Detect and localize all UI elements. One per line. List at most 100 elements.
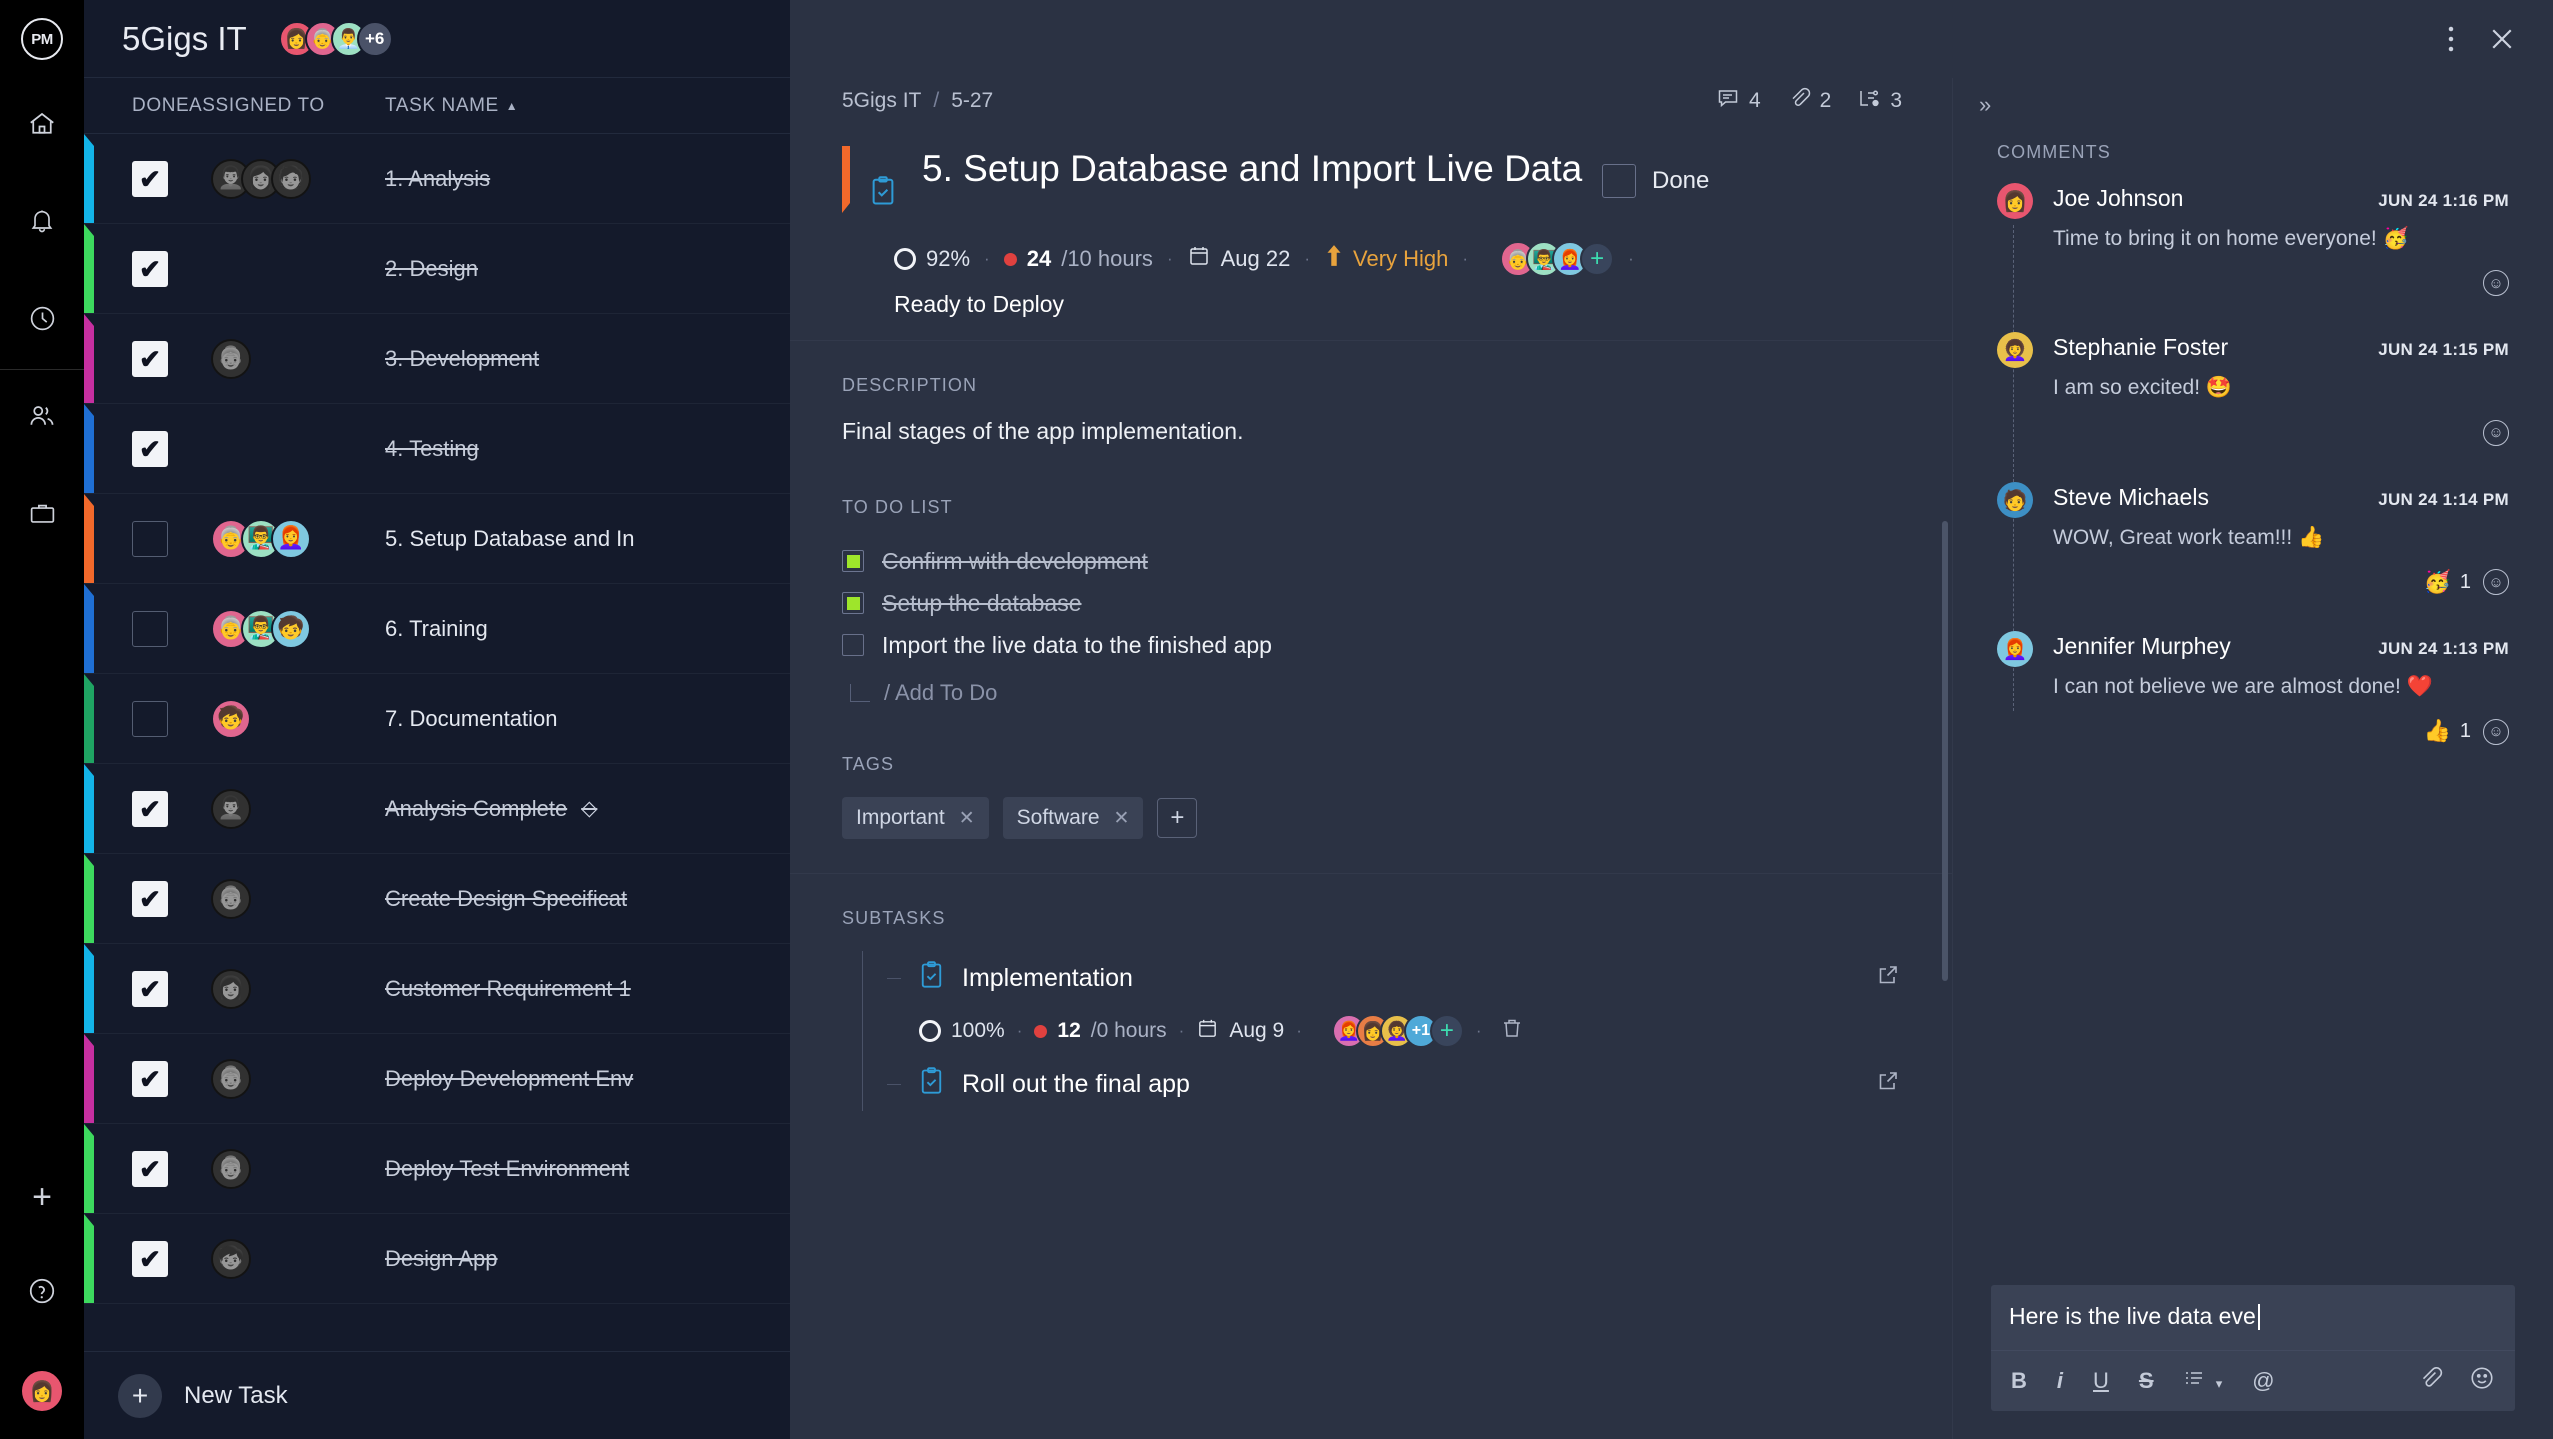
subtask-row[interactable]: Roll out the final app <box>887 1057 1900 1111</box>
remove-tag-icon[interactable]: ✕ <box>1114 807 1130 830</box>
comment-count[interactable]: 4 <box>1716 86 1761 116</box>
add-reaction-icon[interactable]: ☺ <box>2483 419 2509 446</box>
add-reaction-icon[interactable]: ☺ <box>2483 718 2509 745</box>
nav-home[interactable] <box>0 78 84 175</box>
nav-team[interactable] <box>0 370 84 467</box>
row-task-name[interactable]: 2. Design <box>385 256 794 282</box>
row-done-cell[interactable] <box>84 790 189 827</box>
row-assignees[interactable]: 👵 <box>189 878 385 919</box>
table-row[interactable]: 👵 Deploy Development Env <box>84 1034 794 1124</box>
list-button[interactable]: ▾ <box>2184 1368 2222 1394</box>
help-button[interactable] <box>0 1245 84 1342</box>
row-task-name[interactable]: Create Design Specificat <box>385 886 794 912</box>
bold-button[interactable]: B <box>2011 1368 2027 1394</box>
progress-meta[interactable]: 92% <box>894 246 970 272</box>
row-done-cell[interactable] <box>84 340 189 377</box>
nav-portfolio[interactable] <box>0 467 84 564</box>
row-task-name[interactable]: Deploy Test Environment <box>385 1156 794 1182</box>
priority-meta[interactable]: Very High <box>1324 244 1448 274</box>
table-row[interactable]: 2. Design <box>84 224 794 314</box>
tag-chip[interactable]: Software ✕ <box>1002 797 1144 839</box>
table-row[interactable]: 👵 👨‍🏫 🧒 6. Training <box>84 584 794 674</box>
assignees-meta[interactable]: 👵 👨‍🏫 👩‍🦰 + <box>1482 241 1615 277</box>
row-done-checkbox[interactable] <box>132 790 168 827</box>
row-done-cell[interactable] <box>84 250 189 287</box>
todo-item[interactable]: Confirm with development <box>842 540 1900 582</box>
italic-button[interactable]: i <box>2057 1368 2063 1394</box>
row-done-cell[interactable] <box>84 430 189 467</box>
hours-meta[interactable]: 24/10 hours <box>1003 246 1153 272</box>
table-row[interactable]: 👵 Deploy Test Environment <box>84 1124 794 1214</box>
row-assignees[interactable]: 👵 👨‍🏫 🧒 <box>189 608 385 649</box>
column-assigned-to[interactable]: ASSIGNED TO <box>189 95 385 117</box>
status-text[interactable]: Ready to Deploy <box>894 291 1902 318</box>
subtask-assignees[interactable]: 👩‍🦰 👩 👩‍🦱 +1 + <box>1331 1014 1464 1048</box>
project-members[interactable]: 👩 👵 👨‍💼 +6 <box>278 20 393 57</box>
row-task-name[interactable]: 4. Testing <box>385 436 794 462</box>
done-toggle[interactable]: Done <box>1602 164 1709 198</box>
row-done-checkbox[interactable] <box>132 160 168 197</box>
table-row[interactable]: 👨‍🦱👩🧑 1. Analysis <box>84 134 794 224</box>
description-text[interactable]: Final stages of the app implementation. <box>842 418 1900 445</box>
app-logo[interactable]: PM <box>0 0 84 78</box>
subtask-date[interactable]: Aug 9 <box>1196 1017 1284 1046</box>
attachment-icon[interactable] <box>2417 1365 2443 1397</box>
row-done-checkbox[interactable] <box>132 430 168 467</box>
tag-chip[interactable]: Important ✕ <box>842 797 989 839</box>
row-done-checkbox[interactable] <box>132 520 168 557</box>
row-done-checkbox[interactable] <box>132 1240 168 1277</box>
row-task-name[interactable]: 3. Development <box>385 346 794 372</box>
table-row[interactable]: 👨‍🦱 Analysis Complete ◇ <box>84 764 794 854</box>
row-assignees[interactable]: 👵 <box>189 338 385 379</box>
add-button[interactable]: + <box>0 1148 84 1245</box>
row-done-cell[interactable] <box>84 520 189 557</box>
subtask-hours[interactable]: 12/0 hours <box>1034 1019 1167 1043</box>
row-assignees[interactable]: 👵 <box>189 1058 385 1099</box>
table-row[interactable]: 4. Testing <box>84 404 794 494</box>
expand-panel-button[interactable]: » <box>1953 78 2553 118</box>
detail-scroll-area[interactable]: DESCRIPTION Final stages of the app impl… <box>790 341 1952 1439</box>
table-row[interactable]: 🧒 7. Documentation <box>84 674 794 764</box>
row-task-name[interactable]: 6. Training <box>385 616 794 642</box>
row-assignees[interactable]: 👵 👨‍🏫 👩‍🦰 <box>189 518 385 559</box>
avatar-overflow[interactable]: +6 <box>356 20 393 57</box>
emoji-icon[interactable] <box>2469 1365 2495 1397</box>
todo-item[interactable]: Import the live data to the finished app <box>842 624 1900 666</box>
due-date-meta[interactable]: Aug 22 <box>1187 244 1290 274</box>
row-task-name[interactable]: Design App <box>385 1246 794 1272</box>
table-row[interactable]: 🧒 Design App <box>84 1214 794 1304</box>
row-done-cell[interactable] <box>84 1240 189 1277</box>
todo-checkbox[interactable] <box>842 634 864 656</box>
row-done-cell[interactable] <box>84 700 189 737</box>
reaction-pill[interactable]: 👍 1 <box>2423 719 2471 744</box>
attachment-count[interactable]: 2 <box>1787 86 1831 116</box>
subtask-row[interactable]: Implementation <box>887 951 1900 1005</box>
todo-item[interactable]: Setup the database <box>842 582 1900 624</box>
open-subtask-icon[interactable] <box>1876 963 1900 993</box>
table-row[interactable]: 👵 👨‍🏫 👩‍🦰 5. Setup Database and In <box>84 494 794 584</box>
user-avatar-button[interactable]: 👩 <box>0 1342 84 1439</box>
breadcrumb-project[interactable]: 5Gigs IT <box>842 89 921 113</box>
todo-checkbox[interactable] <box>842 592 864 614</box>
subtask-count[interactable]: 3 <box>1857 86 1902 116</box>
add-assignee-button[interactable]: + <box>1580 242 1615 276</box>
table-row[interactable]: 👩 Customer Requirement 1 <box>84 944 794 1034</box>
row-done-checkbox[interactable] <box>132 970 168 1007</box>
table-row[interactable]: 👵 3. Development <box>84 314 794 404</box>
row-task-name[interactable]: 7. Documentation <box>385 706 794 732</box>
row-done-checkbox[interactable] <box>132 1060 168 1097</box>
row-task-name[interactable]: 5. Setup Database and In <box>385 526 794 552</box>
row-done-checkbox[interactable] <box>132 880 168 917</box>
row-task-name[interactable]: Customer Requirement 1 <box>385 976 794 1002</box>
scrollbar-thumb[interactable] <box>1942 521 1948 981</box>
nav-notifications[interactable] <box>0 175 84 272</box>
todo-checkbox[interactable] <box>842 550 864 572</box>
column-done[interactable]: DONE <box>84 95 189 117</box>
add-reaction-icon[interactable]: ☺ <box>2483 569 2509 596</box>
row-assignees[interactable]: 👨‍🦱 <box>189 788 385 829</box>
done-checkbox[interactable] <box>1602 164 1636 198</box>
task-title[interactable]: 5. Setup Database and Import Live Data <box>922 146 1602 192</box>
add-todo-button[interactable]: / Add To Do <box>850 680 1900 706</box>
row-task-name[interactable]: Analysis Complete ◇ <box>385 796 794 822</box>
row-done-checkbox[interactable] <box>132 700 168 737</box>
